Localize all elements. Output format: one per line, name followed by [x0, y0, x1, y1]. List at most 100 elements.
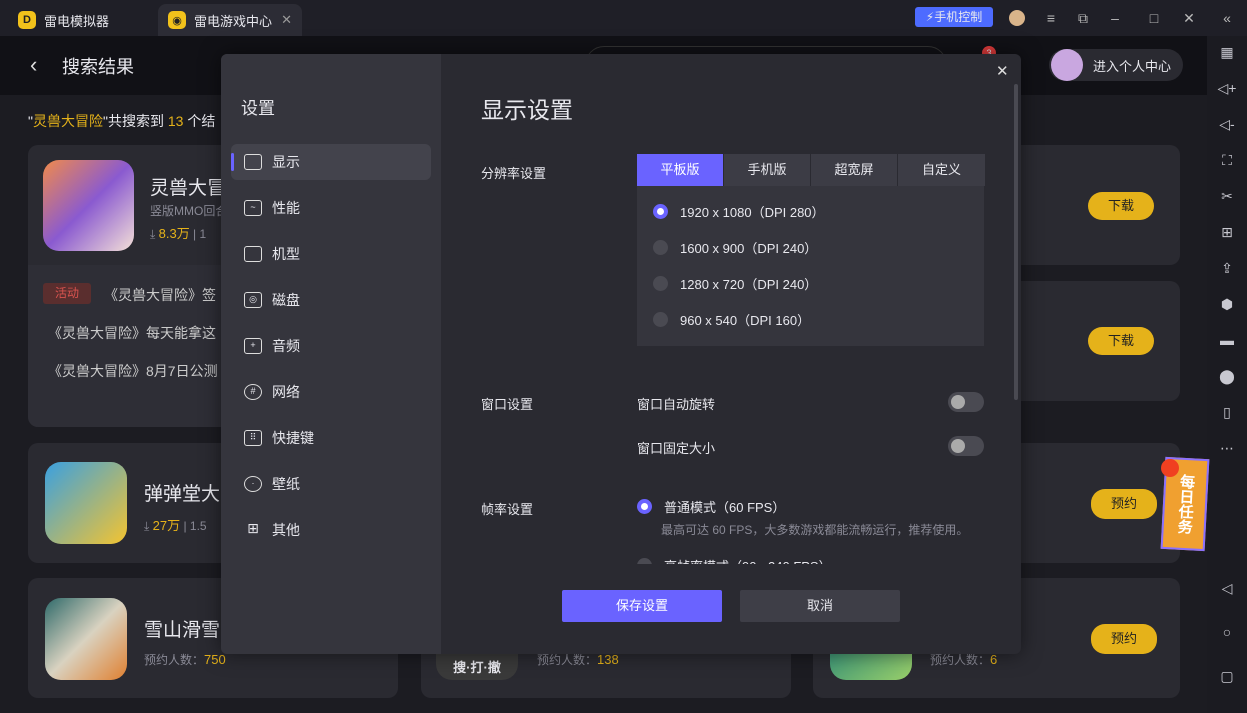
game-icon — [43, 160, 134, 251]
location-icon[interactable]: ⬤ — [1217, 366, 1237, 386]
resolution-option[interactable]: 1920 x 1080（DPI 280） — [653, 202, 825, 221]
nav-display[interactable]: 显示 — [231, 144, 431, 180]
cancel-button[interactable]: 取消 — [740, 590, 900, 622]
profile-label: 进入个人中心 — [1093, 58, 1172, 74]
android-recents-icon[interactable]: ▢ — [1217, 666, 1237, 686]
news-item[interactable]: 《灵兽大冒险》签 — [104, 285, 216, 305]
tab-tablet[interactable]: 平板版 — [637, 154, 724, 186]
game-name: 灵兽大冒 — [150, 178, 227, 199]
volume-up-icon[interactable]: ◁+ — [1217, 78, 1237, 98]
more-icon[interactable]: ⋯ — [1217, 438, 1237, 458]
scissors-icon[interactable]: ✂ — [1217, 186, 1237, 206]
radio — [637, 558, 652, 564]
phone-control-button[interactable]: ⚡手机控制 — [915, 7, 993, 27]
maximize-icon[interactable]: □ — [1144, 8, 1164, 28]
game-size: 1.5 — [189, 519, 207, 533]
nav-model[interactable]: 机型 — [231, 236, 431, 272]
framerate-label: 帧率设置 — [481, 502, 534, 517]
radio — [653, 240, 668, 255]
option-desc: 最高可达 60 FPS，大多数游戏都能流畅运行，推荐使用。 — [661, 523, 969, 537]
save-button[interactable]: 保存设置 — [562, 590, 722, 622]
minimize-icon[interactable]: – — [1105, 8, 1125, 28]
tab-label: 雷电游戏中心 — [194, 13, 273, 29]
android-home-icon[interactable]: ○ — [1217, 622, 1237, 642]
apk-install-icon[interactable]: ⇪ — [1217, 258, 1237, 278]
framerate-high[interactable]: 高帧率模式（90 - 240 FPS） — [637, 556, 832, 564]
resolution-options: 1920 x 1080（DPI 280） 1600 x 900（DPI 240）… — [637, 186, 984, 346]
radio-selected — [653, 204, 668, 219]
settings-title: 设置 — [241, 99, 275, 118]
tab-ultrawide[interactable]: 超宽屏 — [811, 154, 898, 186]
palette-icon: · — [244, 476, 262, 492]
close-icon[interactable]: ✕ — [1179, 8, 1199, 28]
tab-phone[interactable]: 手机版 — [724, 154, 811, 186]
tab-game-center[interactable]: ◉ 雷电游戏中心 ✕ — [158, 4, 302, 36]
android-back-icon[interactable]: ◁ — [1217, 578, 1237, 598]
volume-down-icon[interactable]: ◁- — [1217, 114, 1237, 134]
shake-icon[interactable]: ▯ — [1217, 402, 1237, 422]
collapse-sidebar-icon[interactable]: « — [1217, 8, 1237, 28]
nav-label: 音频 — [272, 338, 300, 354]
tab-custom[interactable]: 自定义 — [898, 154, 985, 186]
screenshot-icon[interactable]: ⛶ — [1217, 150, 1237, 170]
nav-other[interactable]: ⊞ 其他 — [231, 512, 431, 548]
fixed-size-toggle[interactable] — [948, 436, 984, 456]
resolution-option[interactable]: 960 x 540（DPI 160） — [653, 310, 810, 329]
nav-audio[interactable]: + 音频 — [231, 328, 431, 364]
close-dialog-icon[interactable]: ✕ — [996, 62, 1009, 80]
window-label: 窗口设置 — [481, 397, 534, 412]
page-heading: 显示设置 — [481, 97, 573, 123]
download-button[interactable]: 下载 — [1088, 327, 1154, 355]
nav-disk[interactable]: ◎ 磁盘 — [231, 282, 431, 318]
settings-dialog: 设置 显示 ~ 性能 机型 ◎ 磁盘 + 音频 # 网络 ⠿ 快捷键 · 壁纸 ⊞ 其他 ✕ … — [221, 54, 1021, 654]
reserve-button[interactable]: 预约 — [1091, 624, 1157, 654]
resolution-label: 分辨率设置 — [481, 166, 547, 181]
fixed-size-label: 窗口固定大小 — [637, 441, 716, 456]
avatar — [1051, 49, 1083, 81]
menu-icon[interactable]: ≡ — [1041, 8, 1061, 28]
close-tab-icon[interactable]: ✕ — [281, 12, 292, 28]
download-icon: ⤓ — [150, 227, 159, 241]
summary-tail: 个结 — [187, 113, 216, 129]
monitor-icon — [244, 154, 262, 170]
back-icon[interactable]: ‹ — [30, 52, 37, 78]
auto-rotate-label: 窗口自动旋转 — [637, 397, 716, 412]
option-label: 普通模式（60 FPS） — [664, 500, 786, 515]
game-icon — [45, 462, 127, 544]
nav-wallpaper[interactable]: · 壁纸 — [231, 466, 431, 502]
option-label: 1920 x 1080（DPI 280） — [680, 205, 825, 220]
framerate-normal[interactable]: 普通模式（60 FPS） — [637, 497, 785, 516]
scrollbar[interactable] — [1014, 84, 1018, 400]
disk-icon: ◎ — [244, 292, 262, 308]
option-label: 高帧率模式（90 - 240 FPS） — [664, 556, 832, 564]
user-avatar[interactable] — [1009, 10, 1025, 26]
tab-label: 雷电模拟器 — [44, 13, 110, 29]
nav-performance[interactable]: ~ 性能 — [231, 190, 431, 226]
news-item[interactable]: 《灵兽大冒险》8月7日公测 — [48, 361, 218, 381]
grid-icon: ⊞ — [247, 520, 259, 536]
restore-icon[interactable]: ⧉ — [1073, 8, 1093, 28]
keyboard-mapping-icon[interactable]: ▦ — [1217, 42, 1237, 62]
radio — [653, 312, 668, 327]
news-item[interactable]: 《灵兽大冒险》每天能拿这 — [48, 323, 216, 343]
resolution-option[interactable]: 1600 x 900（DPI 240） — [653, 238, 817, 257]
nav-shortcuts[interactable]: ⠿ 快捷键 — [231, 420, 431, 456]
folder-icon[interactable]: ▬ — [1217, 330, 1237, 350]
reserve-button[interactable]: 预约 — [1091, 489, 1157, 519]
download-count: 27万 — [152, 518, 181, 533]
nav-network[interactable]: # 网络 — [231, 374, 431, 410]
add-window-icon[interactable]: ⊞ — [1217, 222, 1237, 242]
profile-button[interactable]: 进入个人中心 — [1049, 49, 1183, 81]
settings-sidebar: 设置 显示 ~ 性能 机型 ◎ 磁盘 + 音频 # 网络 ⠿ 快捷键 · 壁纸 ⊞ 其他 — [221, 54, 441, 654]
download-button[interactable]: 下载 — [1088, 192, 1154, 220]
keyboard-icon: ⠿ — [244, 430, 262, 446]
settings-gear-icon[interactable]: ⬢ — [1217, 294, 1237, 314]
notification-dot — [1161, 459, 1179, 477]
phone-control-label: 手机控制 — [934, 10, 983, 24]
reserve-count: 6 — [990, 652, 998, 667]
tab-emulator[interactable]: D 雷电模拟器 — [8, 4, 119, 36]
option-label: 1600 x 900（DPI 240） — [680, 241, 818, 256]
auto-rotate-toggle[interactable] — [948, 392, 984, 412]
option-label: 1280 x 720（DPI 240） — [680, 277, 818, 292]
resolution-option[interactable]: 1280 x 720（DPI 240） — [653, 274, 817, 293]
